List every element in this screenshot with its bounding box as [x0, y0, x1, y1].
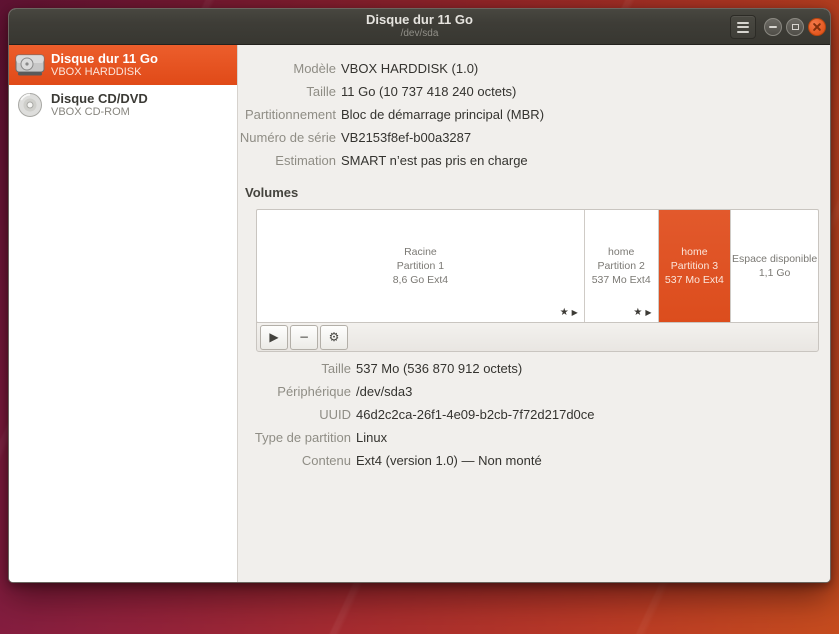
window-subtitle: /dev/sda	[9, 28, 830, 40]
play-icon: ▶	[269, 330, 278, 344]
app-menu-button[interactable]	[730, 15, 756, 39]
sidebar-item-hard-disk[interactable]: Disque dur 11 Go VBOX HARDDISK	[9, 45, 237, 85]
volume-segment-partition-1[interactable]: Racine Partition 1 8,6 Go Ext4 ★▶	[257, 210, 584, 322]
maximize-icon	[792, 24, 799, 30]
optical-disc-icon	[13, 92, 47, 118]
volume-line: Partition 1	[397, 259, 444, 273]
gnome-disks-window: Disque dur 11 Go /dev/sda	[8, 8, 831, 583]
delete-partition-button[interactable]: −	[290, 325, 318, 350]
hard-disk-icon	[13, 52, 47, 78]
info-value: 537 Mo (536 870 912 octets)	[356, 357, 830, 380]
mount-volume-button[interactable]: ▶	[260, 325, 288, 350]
window-controls	[764, 18, 826, 36]
volume-line: Partition 3	[671, 259, 718, 273]
volume-flags: ★▶	[633, 305, 651, 320]
volume-line: home	[608, 245, 634, 259]
mounted-indicator-icon: ▶	[572, 308, 578, 317]
maximize-button[interactable]	[786, 18, 804, 36]
titlebar[interactable]: Disque dur 11 Go /dev/sda	[9, 9, 830, 45]
info-label: Estimation	[238, 149, 336, 172]
gears-icon: ⚙	[329, 330, 340, 344]
info-label: Partitionnement	[238, 103, 336, 126]
window-content: Disque dur 11 Go VBOX HARDDISK	[9, 45, 830, 582]
volume-line: Partition 2	[598, 259, 645, 273]
disk-details-panel: Modèle VBOX HARDDISK (1.0) Taille 11 Go …	[238, 45, 830, 582]
bootable-star-icon: ★	[560, 307, 569, 318]
info-value: Linux	[356, 426, 830, 449]
info-value: Bloc de démarrage principal (MBR)	[341, 103, 830, 126]
partition-options-button[interactable]: ⚙	[320, 325, 348, 350]
volume-line: home	[681, 245, 707, 259]
desktop-background: Disque dur 11 Go /dev/sda	[0, 0, 839, 634]
info-label: Numéro de série	[238, 126, 336, 149]
info-label: Taille	[238, 357, 351, 380]
disk-info-grid: Modèle VBOX HARDDISK (1.0) Taille 11 Go …	[238, 57, 830, 172]
bootable-star-icon: ★	[633, 307, 642, 318]
device-subtitle: VBOX HARDDISK	[51, 66, 158, 79]
device-title: Disque dur 11 Go	[51, 51, 158, 66]
mounted-indicator-icon: ▶	[645, 308, 651, 317]
titlebar-titles: Disque dur 11 Go /dev/sda	[9, 12, 830, 40]
volume-segment-partition-3[interactable]: home Partition 3 537 Mo Ext4	[658, 210, 731, 322]
minimize-icon	[769, 26, 777, 28]
volume-line: 537 Mo Ext4	[665, 273, 724, 287]
hamburger-menu-icon	[737, 19, 749, 35]
device-title: Disque CD/DVD	[51, 91, 148, 106]
volume-segment-partition-2[interactable]: home Partition 2 537 Mo Ext4 ★▶	[584, 210, 658, 322]
info-value: VBOX HARDDISK (1.0)	[341, 57, 830, 80]
info-label: Modèle	[238, 57, 336, 80]
minimize-button[interactable]	[764, 18, 782, 36]
volumes-section-header: Volumes	[245, 185, 830, 200]
info-value: SMART n’est pas pris en charge	[341, 149, 830, 172]
volume-toolbar: ▶ − ⚙	[256, 322, 819, 352]
info-value: 11 Go (10 737 418 240 octets)	[341, 80, 830, 103]
volume-map: Racine Partition 1 8,6 Go Ext4 ★▶ home P…	[256, 209, 819, 323]
info-label: Taille	[238, 80, 336, 103]
volume-line: Racine	[404, 245, 437, 259]
volume-info-grid: Taille 537 Mo (536 870 912 octets) Périp…	[238, 357, 830, 472]
sidebar-item-text: Disque dur 11 Go VBOX HARDDISK	[51, 51, 158, 79]
info-value: VB2153f8ef-b00a3287	[341, 126, 830, 149]
info-label: Type de partition	[238, 426, 351, 449]
device-sidebar: Disque dur 11 Go VBOX HARDDISK	[9, 45, 238, 582]
close-icon	[812, 22, 822, 32]
sidebar-item-cd-dvd[interactable]: Disque CD/DVD VBOX CD-ROM	[9, 85, 237, 125]
info-value: /dev/sda3	[356, 380, 830, 403]
close-button[interactable]	[808, 18, 826, 36]
volume-line: 1,1 Go	[759, 266, 791, 280]
device-subtitle: VBOX CD-ROM	[51, 106, 148, 119]
minus-icon: −	[299, 330, 309, 344]
info-label: Contenu	[238, 449, 351, 472]
volume-line: Espace disponible	[732, 252, 817, 266]
sidebar-item-text: Disque CD/DVD VBOX CD-ROM	[51, 91, 148, 119]
volume-flags: ★▶	[560, 305, 578, 320]
volume-line: 8,6 Go Ext4	[393, 273, 448, 287]
window-title: Disque dur 11 Go	[9, 12, 830, 28]
info-label: UUID	[238, 403, 351, 426]
info-label: Périphérique	[238, 380, 351, 403]
info-value: 46d2c2ca-26f1-4e09-b2cb-7f72d217d0ce	[356, 403, 830, 426]
volume-line: 537 Mo Ext4	[592, 273, 651, 287]
volume-segment-free-space[interactable]: Espace disponible 1,1 Go	[730, 210, 818, 322]
info-value: Ext4 (version 1.0) — Non monté	[356, 449, 830, 472]
